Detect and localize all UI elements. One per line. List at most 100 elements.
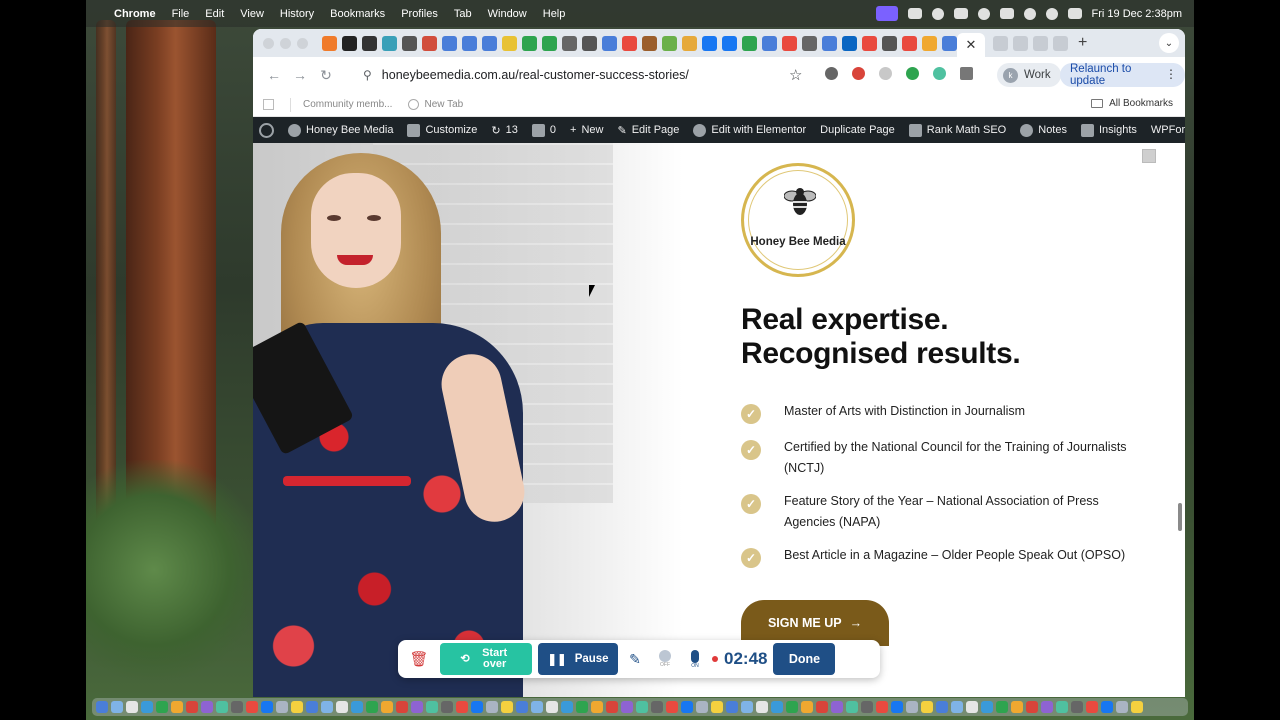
dock-app-icon[interactable]: [171, 701, 183, 713]
dock-app-icon[interactable]: [126, 701, 138, 713]
dock-app-icon[interactable]: [201, 701, 213, 713]
dock-app-icon[interactable]: [1056, 701, 1068, 713]
pause-button[interactable]: ❚❚ Pause: [538, 643, 618, 675]
tab-favicon[interactable]: [742, 35, 757, 51]
screen-record-icon[interactable]: [875, 6, 898, 21]
dock-app-icon[interactable]: [306, 701, 318, 713]
dock-app-icon[interactable]: [576, 701, 588, 713]
dock-app-icon[interactable]: [441, 701, 453, 713]
wpforms-link[interactable]: WPForms: [1151, 124, 1185, 136]
tab-favicon[interactable]: [322, 35, 337, 51]
dock-app-icon[interactable]: [216, 701, 228, 713]
tab-favicon[interactable]: [862, 35, 877, 51]
site-info-icon[interactable]: ⚲: [363, 68, 372, 82]
active-tab[interactable]: ✕: [957, 33, 985, 57]
dock-app-icon[interactable]: [996, 701, 1008, 713]
dock-app-icon[interactable]: [231, 701, 243, 713]
tab-favicon[interactable]: [602, 35, 617, 51]
tab-favicon[interactable]: [942, 35, 957, 51]
play-icon[interactable]: [977, 7, 990, 20]
tab-favicon[interactable]: [622, 35, 637, 51]
dock-app-icon[interactable]: [351, 701, 363, 713]
tab-favicon[interactable]: [993, 35, 1008, 51]
dock-app-icon[interactable]: [786, 701, 798, 713]
bookmark-item[interactable]: Community memb...: [303, 99, 392, 110]
tab-favicon[interactable]: [882, 35, 897, 51]
close-tab-icon[interactable]: ✕: [966, 37, 977, 53]
dock-app-icon[interactable]: [471, 701, 483, 713]
apps-grid-icon[interactable]: [263, 99, 274, 110]
trash-icon[interactable]: 🗑: [404, 644, 434, 674]
dock-app-icon[interactable]: [531, 701, 543, 713]
profile-chip[interactable]: k Work: [997, 63, 1061, 87]
dock-app-icon[interactable]: [891, 701, 903, 713]
dock-app-icon[interactable]: [921, 701, 933, 713]
menu-history[interactable]: History: [280, 8, 314, 20]
dock-app-icon[interactable]: [801, 701, 813, 713]
tab-favicon[interactable]: [502, 35, 517, 51]
rankmath-link[interactable]: Rank Math SEO: [908, 123, 1006, 137]
tab-favicon[interactable]: [462, 35, 477, 51]
dock-app-icon[interactable]: [1086, 701, 1098, 713]
dock-app-icon[interactable]: [111, 701, 123, 713]
extension-icon[interactable]: [825, 67, 838, 80]
back-button[interactable]: ←: [263, 67, 285, 83]
tab-favicon[interactable]: [842, 35, 857, 51]
search-icon[interactable]: [1045, 7, 1058, 20]
dock-app-icon[interactable]: [501, 701, 513, 713]
tab-favicon[interactable]: [662, 35, 677, 51]
tab-favicon[interactable]: [782, 35, 797, 51]
control-center-icon[interactable]: [1067, 8, 1082, 19]
menu-help[interactable]: Help: [543, 8, 566, 20]
dock-app-icon[interactable]: [336, 701, 348, 713]
zoom-window-button[interactable]: [297, 37, 308, 49]
menu-edit[interactable]: Edit: [205, 8, 224, 20]
tab-favicon[interactable]: [642, 35, 657, 51]
menu-clock[interactable]: Fri 19 Dec 2:38pm: [1092, 8, 1182, 20]
tab-favicon[interactable]: [922, 35, 937, 51]
extension-icon[interactable]: [879, 67, 892, 80]
dock-app-icon[interactable]: [156, 701, 168, 713]
tab-favicon[interactable]: [422, 35, 437, 51]
dock-app-icon[interactable]: [696, 701, 708, 713]
menu-bookmarks[interactable]: Bookmarks: [330, 8, 385, 20]
camera-toggle[interactable]: OFF: [652, 650, 678, 668]
elementor-edit-icon[interactable]: [1142, 149, 1156, 163]
menu-view[interactable]: View: [240, 8, 264, 20]
new-content-link[interactable]: + New: [570, 124, 603, 136]
tab-favicon[interactable]: [582, 35, 597, 51]
tab-search-icon[interactable]: ⌄: [1159, 33, 1179, 53]
bookmark-star-icon[interactable]: ☆: [789, 66, 802, 84]
dock-app-icon[interactable]: [1101, 701, 1113, 713]
dock-app-icon[interactable]: [666, 701, 678, 713]
dock-app-icon[interactable]: [396, 701, 408, 713]
updates-link[interactable]: ↻ 13: [491, 124, 517, 137]
extension-icon[interactable]: [852, 67, 865, 80]
dock-app-icon[interactable]: [261, 701, 273, 713]
tab-favicon[interactable]: [1033, 35, 1048, 51]
tab-favicon[interactable]: [682, 35, 697, 51]
dock-app-icon[interactable]: [1131, 701, 1143, 713]
zoom-icon[interactable]: [907, 8, 922, 19]
puzzle-icon[interactable]: [960, 67, 973, 80]
dock-app-icon[interactable]: [681, 701, 693, 713]
dock-app-icon[interactable]: [321, 701, 333, 713]
dock-app-icon[interactable]: [141, 701, 153, 713]
tab-favicon[interactable]: [402, 35, 417, 51]
forward-button[interactable]: →: [289, 67, 311, 83]
extension-icon[interactable]: [931, 7, 944, 20]
status-icon[interactable]: [953, 8, 968, 19]
dock-app-icon[interactable]: [726, 701, 738, 713]
all-bookmarks-button[interactable]: All Bookmarks: [1091, 98, 1173, 109]
dock-app-icon[interactable]: [741, 701, 753, 713]
menu-file[interactable]: File: [172, 8, 190, 20]
new-tab-button[interactable]: +: [1078, 34, 1087, 52]
dock-app-icon[interactable]: [831, 701, 843, 713]
done-button[interactable]: Done: [773, 643, 836, 675]
dock-app-icon[interactable]: [756, 701, 768, 713]
tab-favicon[interactable]: [382, 35, 397, 51]
site-name-link[interactable]: Honey Bee Media: [288, 123, 393, 137]
dock-app-icon[interactable]: [906, 701, 918, 713]
dock-app-icon[interactable]: [846, 701, 858, 713]
dock-app-icon[interactable]: [411, 701, 423, 713]
